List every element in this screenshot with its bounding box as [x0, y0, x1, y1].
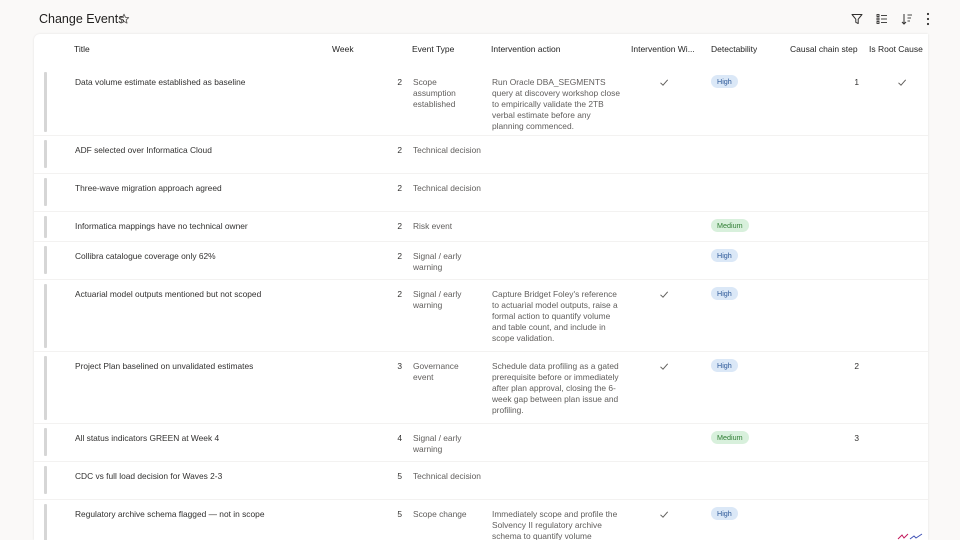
detectability-badge: Medium	[711, 431, 749, 444]
row-selector[interactable]	[44, 246, 47, 274]
event-type-cell: Technical decision	[413, 471, 481, 481]
title-cell[interactable]: Informatica mappings have no technical o…	[75, 221, 325, 232]
table-row[interactable]: Three-wave migration approach agreed 2 Tec…	[34, 174, 928, 212]
checkmark-icon	[660, 79, 669, 86]
detectability-badge: Medium	[711, 219, 749, 232]
week-cell: 2	[397, 289, 402, 299]
row-selector[interactable]	[44, 466, 47, 494]
title-cell[interactable]: Data volume estimate established as base…	[75, 77, 325, 88]
title-cell[interactable]: Three-wave migration approach agreed	[75, 183, 325, 194]
week-cell: 4	[397, 433, 402, 443]
title-cell[interactable]: Actuarial model outputs mentioned but no…	[75, 289, 325, 300]
columns-icon[interactable]	[875, 12, 889, 26]
row-selector[interactable]	[44, 428, 47, 456]
intervention-action-cell: Immediately scope and profile the Solven…	[492, 509, 618, 540]
command-bar: Change Events	[0, 0, 960, 38]
detectability-badge: High	[711, 507, 738, 520]
detectability-badge: High	[711, 359, 738, 372]
column-header-detectability[interactable]: Detectability	[711, 44, 757, 54]
column-header-title[interactable]: Title	[74, 44, 90, 54]
checkmark-icon	[898, 79, 907, 86]
event-type-cell: Risk event	[413, 221, 453, 231]
week-cell: 2	[397, 251, 402, 261]
grid-header: Title Week Event Type Intervention actio…	[34, 34, 928, 64]
intervention-action-cell: Schedule data profiling as a gated prere…	[492, 361, 619, 415]
row-selector[interactable]	[44, 356, 47, 420]
star-icon[interactable]	[118, 13, 130, 25]
table-row[interactable]: ADF selected over Informatica Cloud 2 Tech…	[34, 136, 928, 174]
week-cell: 5	[397, 471, 402, 481]
title-cell[interactable]: ADF selected over Informatica Cloud	[75, 145, 325, 156]
event-type-cell: Signal / early warning	[413, 289, 462, 310]
title-cell[interactable]: Collibra catalogue coverage only 62%	[75, 251, 325, 262]
table-row[interactable]: Actuarial model outputs mentioned but no…	[34, 280, 928, 352]
event-type-cell: Signal / early warning	[413, 433, 462, 454]
week-cell: 3	[397, 361, 402, 371]
week-cell: 5	[397, 509, 402, 519]
corner-decoration	[897, 533, 923, 540]
column-header-intervention-window[interactable]: Intervention Wi...	[631, 44, 703, 54]
table-row[interactable]: CDC vs full load decision for Waves 2-3 5…	[34, 462, 928, 500]
table-row[interactable]: Project Plan baselined on unvalidated es…	[34, 352, 928, 424]
row-selector[interactable]	[44, 178, 47, 206]
event-type-cell: Signal / early warning	[413, 251, 462, 272]
event-type-cell: Scope change	[413, 509, 467, 519]
detectability-badge: High	[711, 249, 738, 262]
week-cell: 2	[397, 77, 402, 87]
causal-chain-step-cell: 3	[854, 433, 859, 443]
row-selector[interactable]	[44, 216, 47, 238]
page-title: Change Events	[39, 12, 125, 26]
intervention-action-cell: Capture Bridget Foley's reference to act…	[492, 289, 618, 343]
filter-icon[interactable]	[850, 12, 864, 26]
table-row[interactable]: Regulatory archive schema flagged — not …	[34, 500, 928, 540]
table-row[interactable]: Collibra catalogue coverage only 62% 2 Sig…	[34, 242, 928, 280]
checkmark-icon	[660, 363, 669, 370]
detectability-badge: High	[711, 75, 738, 88]
detectability-badge: High	[711, 287, 738, 300]
more-icon[interactable]	[921, 10, 935, 28]
title-cell[interactable]: All status indicators GREEN at Week 4	[75, 433, 325, 444]
event-type-cell: Scope assumption established	[413, 77, 456, 109]
column-header-is-root-cause[interactable]: Is Root Cause	[869, 44, 928, 54]
title-cell[interactable]: CDC vs full load decision for Waves 2-3	[75, 471, 325, 482]
row-selector[interactable]	[44, 504, 47, 540]
causal-chain-step-cell: 1	[854, 77, 859, 87]
checkmark-icon	[660, 511, 669, 518]
week-cell: 2	[397, 183, 402, 193]
title-cell[interactable]: Project Plan baselined on unvalidated es…	[75, 361, 325, 372]
sort-icon[interactable]	[900, 12, 914, 26]
causal-chain-step-cell: 2	[854, 361, 859, 371]
column-header-intervention-action[interactable]: Intervention action	[491, 44, 560, 54]
column-header-event-type[interactable]: Event Type	[412, 44, 454, 54]
column-header-causal-chain-step[interactable]: Causal chain step	[790, 44, 858, 54]
column-header-week[interactable]: Week	[332, 44, 354, 54]
row-selector[interactable]	[44, 284, 47, 348]
title-cell[interactable]: Regulatory archive schema flagged — not …	[75, 509, 325, 520]
row-selector[interactable]	[44, 140, 47, 168]
table-row[interactable]: Informatica mappings have no technical o…	[34, 212, 928, 242]
event-type-cell: Technical decision	[413, 183, 481, 193]
table-row[interactable]: All status indicators GREEN at Week 4 4 Si…	[34, 424, 928, 462]
week-cell: 2	[397, 221, 402, 231]
week-cell: 2	[397, 145, 402, 155]
table-row[interactable]: Data volume estimate established as base…	[34, 68, 928, 136]
checkmark-icon	[660, 291, 669, 298]
row-selector[interactable]	[44, 72, 47, 132]
event-type-cell: Governance event	[413, 361, 459, 382]
event-type-cell: Technical decision	[413, 145, 481, 155]
change-events-grid: Title Week Event Type Intervention actio…	[34, 34, 928, 540]
intervention-action-cell: Run Oracle DBA_SEGMENTS query at discove…	[492, 77, 621, 131]
